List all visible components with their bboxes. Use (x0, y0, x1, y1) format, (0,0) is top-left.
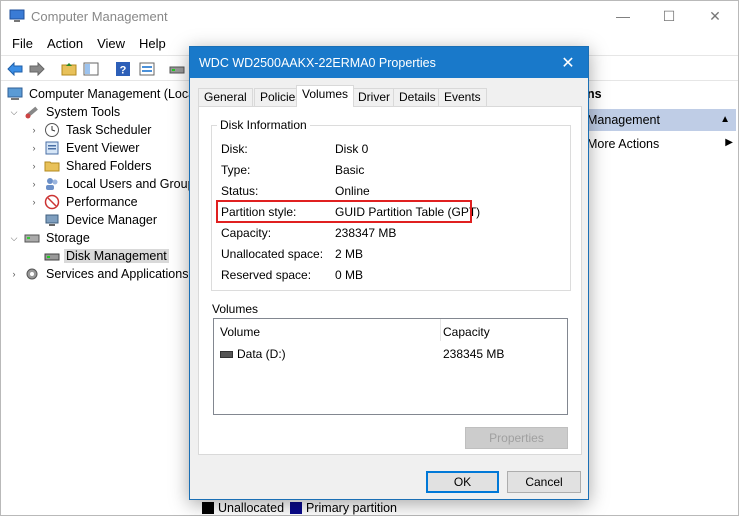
chevron-right-icon[interactable]: › (29, 143, 39, 153)
actions-pane: ns Management ▲ More Actions ▶ (584, 83, 739, 503)
chevron-right-icon[interactable]: › (29, 125, 39, 135)
disk-label: Disk: (221, 142, 248, 156)
collapse-up-icon[interactable]: ▲ (720, 109, 730, 131)
computer-icon (7, 87, 23, 100)
maximize-button[interactable]: ☐ (646, 1, 692, 31)
tree-root[interactable]: Computer Management (Local (7, 85, 200, 103)
menu-action[interactable]: Action (40, 36, 90, 51)
tree-disk-management[interactable]: Disk Management (44, 247, 169, 265)
dialog-title: WDC WD2500AAKX-22ERMA0 Properties (199, 56, 436, 70)
reserved-space-value: 0 MB (335, 268, 364, 282)
tree-shared-folders[interactable]: › Shared Folders (29, 157, 153, 175)
tree-system-tools[interactable]: ⌵ System Tools (9, 103, 122, 121)
computer-management-icon (9, 9, 25, 22)
tab-details[interactable]: Details (393, 88, 442, 106)
properties-button[interactable]: Properties (465, 427, 568, 449)
chevron-down-icon[interactable]: ⌵ (9, 233, 19, 244)
column-header-capacity[interactable]: Capacity (443, 325, 490, 339)
device-manager-icon (45, 214, 59, 226)
tab-driver[interactable]: Driver (352, 88, 396, 106)
forward-arrow-icon[interactable] (27, 59, 47, 79)
tab-volumes[interactable]: Volumes (296, 85, 355, 107)
menu-file[interactable]: File (5, 36, 40, 51)
shared-folder-icon (44, 161, 60, 172)
column-separator[interactable] (440, 319, 441, 341)
menu-help[interactable]: Help (132, 36, 173, 51)
capacity-value: 238347 MB (335, 226, 397, 240)
back-arrow-icon[interactable] (5, 59, 25, 79)
tree-task-scheduler[interactable]: › Task Scheduler (29, 121, 153, 139)
volume-capacity: 238345 MB (443, 347, 505, 361)
tab-general[interactable]: General (198, 88, 253, 106)
tree-storage[interactable]: ⌵ Storage (9, 229, 92, 247)
tree-local-users[interactable]: › Local Users and Groups (29, 175, 203, 193)
partition-style-highlight (216, 200, 472, 223)
type-value: Basic (335, 163, 365, 177)
unallocated-swatch (202, 502, 214, 514)
type-label: Type: (221, 163, 251, 177)
column-header-volume[interactable]: Volume (220, 325, 260, 339)
performance-icon (44, 194, 60, 210)
console-tree: Computer Management (Local ⌵ System Tool… (1, 83, 201, 503)
services-icon (26, 268, 38, 280)
drive-icon (220, 350, 233, 358)
storage-icon (24, 234, 40, 243)
disk-information-label: Disk Information (217, 118, 310, 132)
event-viewer-icon (45, 141, 59, 155)
volume-name: Data (D:) (237, 347, 286, 361)
up-folder-icon[interactable] (59, 59, 79, 79)
volume-row[interactable]: Data (D:) (220, 347, 286, 361)
actions-section-disk-management[interactable]: Management ▲ (584, 109, 736, 131)
submenu-arrow-icon: ▶ (725, 137, 733, 148)
chevron-right-icon[interactable]: › (29, 197, 39, 207)
tree-device-manager[interactable]: Device Manager (44, 211, 159, 229)
disk-legend: Unallocated Primary partition (196, 499, 397, 516)
status-value: Online (335, 184, 370, 198)
status-label: Status: (221, 184, 259, 198)
users-icon (46, 178, 58, 190)
menu-view[interactable]: View (90, 36, 132, 51)
chevron-right-icon[interactable]: › (29, 179, 39, 189)
window-title: Computer Management (31, 9, 168, 24)
volumes-list[interactable]: Volume Capacity Data (D:) 238345 MB (213, 318, 568, 415)
ok-button[interactable]: OK (426, 471, 499, 493)
primary-partition-swatch (290, 502, 303, 514)
tree-event-viewer[interactable]: › Event Viewer (29, 139, 141, 157)
tab-events[interactable]: Events (438, 88, 487, 106)
unallocated-space-value: 2 MB (335, 247, 364, 261)
show-hide-tree-icon[interactable] (81, 59, 101, 79)
disk-value: Disk 0 (335, 142, 369, 156)
svg-text:?: ? (120, 65, 127, 77)
tree-performance[interactable]: › Performance (29, 193, 140, 211)
chevron-right-icon[interactable]: › (9, 269, 19, 279)
minimize-button[interactable]: — (600, 1, 646, 31)
capacity-label: Capacity: (221, 226, 272, 240)
title-bar: Computer Management — ☐ ✕ (1, 1, 738, 31)
unallocated-space-label: Unallocated space: (221, 247, 324, 261)
chevron-down-icon[interactable]: ⌵ (9, 107, 19, 118)
chevron-right-icon[interactable]: › (29, 161, 39, 171)
disk-management-icon (44, 253, 60, 261)
clock-icon (45, 123, 59, 137)
tree-services[interactable]: › Services and Applications (9, 265, 190, 283)
tools-icon (25, 106, 38, 119)
legend-unallocated: Unallocated (218, 501, 285, 515)
close-button[interactable]: ✕ (692, 1, 738, 31)
legend-primary: Primary partition (306, 501, 398, 515)
reserved-space-label: Reserved space: (221, 268, 312, 282)
properties-icon[interactable] (137, 59, 157, 79)
help-icon[interactable]: ? (113, 59, 133, 79)
dialog-close-button[interactable]: ✕ (548, 47, 588, 78)
more-actions-item[interactable]: More Actions ▶ (587, 137, 737, 151)
dialog-title-bar: WDC WD2500AAKX-22ERMA0 Properties ✕ (190, 47, 588, 78)
volumes-label: Volumes (212, 302, 259, 316)
disk-icon[interactable] (167, 59, 187, 79)
cancel-button[interactable]: Cancel (507, 471, 581, 493)
